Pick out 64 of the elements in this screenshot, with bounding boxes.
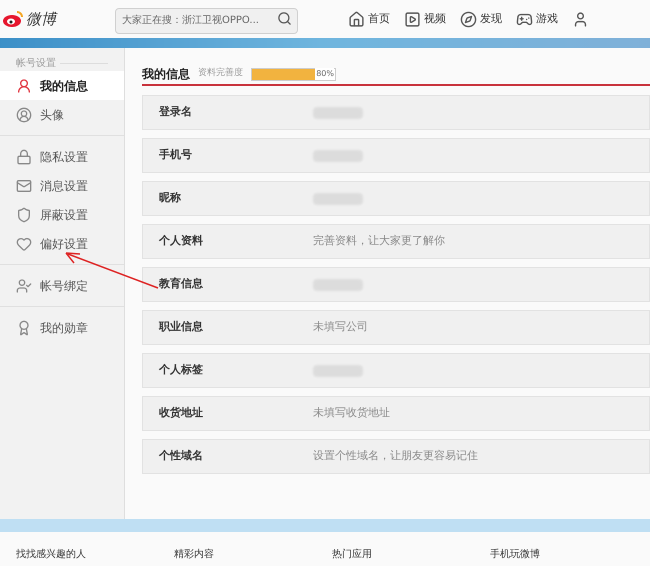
sidebar-item[interactable]: 帐号绑定 [0, 271, 124, 300]
nav-link[interactable]: 游戏 [536, 10, 558, 28]
nav-link[interactable]: 首页 [368, 10, 390, 28]
field-label: 个性域名 [158, 448, 204, 464]
lock-icon [16, 148, 32, 164]
user-icon [16, 278, 32, 294]
sidebar-item[interactable]: 我的信息 [0, 71, 124, 100]
field-label: 手机号 [158, 147, 193, 164]
avatar-icon [16, 106, 32, 122]
info-row[interactable]: 登录名 [142, 95, 650, 130]
field-label: 教育信息 [158, 276, 204, 292]
field-label: 职业信息 [158, 319, 204, 336]
info-row[interactable]: 职业信息 未填写公司 [142, 310, 650, 345]
search-icon[interactable] [277, 11, 292, 26]
home-icon[interactable] [348, 10, 365, 28]
footer-link[interactable]: 精彩内容 [174, 549, 214, 560]
info-row[interactable]: 个性域名 设置个性域名，让朋友更容易记住 [142, 439, 650, 474]
field-label: 收货地址 [158, 405, 204, 422]
footer-link[interactable]: 找找感兴趣的人 [16, 549, 86, 560]
sidebar-item[interactable]: 隐私设置 [0, 142, 124, 171]
section-title: 帐号设置 [16, 56, 56, 71]
sidebar-item[interactable]: 我的勋章 [0, 313, 124, 342]
item-label: 我的信息 [40, 78, 88, 94]
shield-icon [16, 206, 32, 222]
info-row[interactable]: 个人资料 完善资料，让大家更了解你 [142, 224, 650, 259]
item-label: 消息设置 [40, 178, 88, 194]
sidebar-item[interactable]: 头像 [0, 100, 124, 129]
footer-link[interactable]: 手机玩微博 [490, 549, 540, 560]
sidebar-item[interactable]: 消息设置 [0, 171, 124, 200]
info-row[interactable]: 教育信息 [142, 267, 650, 302]
nav-link[interactable]: 发现 [480, 10, 502, 28]
sidebar-item[interactable]: 屏蔽设置 [0, 200, 124, 229]
item-label: 我的勋章 [40, 320, 88, 336]
user-icon[interactable] [572, 10, 589, 28]
info-row[interactable]: 个人标签 [142, 353, 650, 388]
item-label: 屏蔽设置 [40, 206, 88, 224]
heart-icon [16, 236, 32, 252]
field-label: 昵称 [158, 190, 182, 206]
field-label: 登录名 [158, 104, 193, 120]
video-icon[interactable] [404, 10, 421, 28]
user-icon [16, 78, 32, 94]
info-row[interactable]: 昵称 [142, 181, 650, 216]
completeness-label: 资料完善度 [198, 67, 243, 80]
page-title: 我的信息 [142, 66, 190, 83]
compass-icon[interactable] [460, 10, 477, 28]
nav-link[interactable]: 视频 [424, 10, 446, 28]
item-label: 隐私设置 [40, 148, 88, 166]
field-value: 未填写收货地址 [313, 405, 390, 422]
progress-reading: 80% [315, 68, 334, 80]
info-row[interactable]: 手机号 [142, 138, 650, 173]
search-field[interactable]: 大家正在搜：浙江卫视OPPO... [115, 8, 298, 34]
sidebar-item[interactable]: 偏好设置 [0, 229, 124, 258]
logo-text[interactable]: 微博 [26, 8, 56, 30]
info-row[interactable]: 收货地址 未填写收货地址 [142, 396, 650, 431]
field-label: 个人资料 [158, 233, 204, 250]
field-value: 完善资料，让大家更了解你 [313, 233, 445, 250]
item-label: 偏好设置 [40, 236, 88, 252]
field-label: 个人标签 [158, 362, 204, 378]
field-value: 未填写公司 [313, 319, 368, 336]
item-label: 头像 [40, 106, 64, 124]
field-value: 设置个性域名，让朋友更容易记住 [313, 448, 478, 464]
item-label: 帐号绑定 [40, 278, 88, 294]
footer-link[interactable]: 热门应用 [332, 549, 372, 560]
mail-icon [16, 178, 32, 194]
